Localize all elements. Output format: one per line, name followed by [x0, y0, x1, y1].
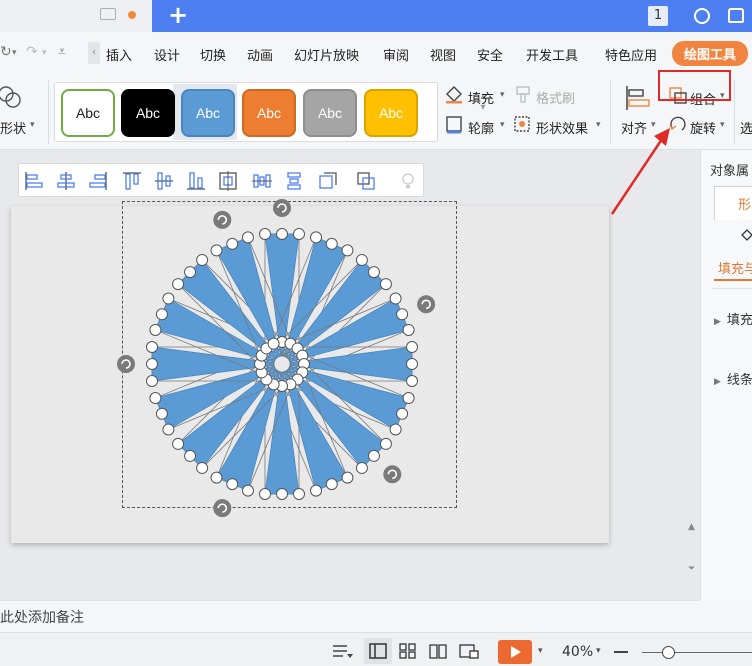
resize-handle[interactable] [406, 341, 418, 353]
resize-handle[interactable] [379, 278, 392, 291]
resize-handle[interactable] [367, 449, 380, 462]
line-section[interactable]: ▶ 线条 [714, 369, 752, 388]
expand-arrow-icon: ▶ [714, 377, 721, 387]
resize-handle[interactable] [172, 437, 185, 450]
notes-toggle-icon[interactable] [330, 642, 354, 660]
fill-section[interactable]: ▶ 填充 [714, 309, 752, 328]
rotate-dropdown-icon[interactable]: ▾ [720, 120, 725, 130]
resize-handle[interactable] [155, 308, 168, 321]
reading-view-icon[interactable] [428, 642, 448, 660]
notes-placeholder[interactable]: 此处添加备注 [0, 607, 84, 627]
resize-handle[interactable] [402, 323, 415, 336]
rotate-handle[interactable] [117, 355, 135, 373]
zoom-dropdown-icon[interactable]: ▾ [596, 646, 601, 656]
resize-handle[interactable] [172, 278, 185, 291]
resize-handle[interactable] [310, 231, 323, 244]
resize-handle[interactable] [367, 266, 380, 279]
resize-handle[interactable] [389, 423, 402, 436]
resize-handle[interactable] [293, 228, 305, 240]
resize-handle[interactable] [210, 244, 223, 257]
resize-handle[interactable] [276, 228, 288, 240]
annotation-arrow-head [654, 128, 670, 146]
rotate-handle[interactable] [273, 199, 291, 217]
play-icon [511, 646, 521, 658]
resize-handle[interactable] [155, 407, 168, 420]
notes-pane[interactable] [0, 600, 700, 632]
resize-handle[interactable] [310, 484, 323, 497]
resize-handle[interactable] [341, 244, 354, 257]
expand-arrow-icon: ▶ [714, 317, 721, 327]
rotate-handle[interactable] [213, 210, 232, 229]
zoom-out-button[interactable] [614, 651, 628, 653]
shape-tab-label[interactable]: 形 [738, 194, 751, 213]
scroll-down-icon[interactable]: ⏷ [688, 564, 695, 574]
fill-line-tab[interactable]: 填充与 [718, 258, 752, 277]
resize-handle[interactable] [184, 266, 197, 279]
resize-handle[interactable] [149, 323, 162, 336]
zoom-level[interactable]: 40% [562, 644, 593, 660]
rotate-handle[interactable] [417, 295, 436, 314]
skin-icon[interactable] [728, 8, 744, 23]
normal-view-icon[interactable] [368, 642, 388, 660]
resize-handle[interactable] [389, 292, 402, 305]
select-label[interactable]: 选 [740, 118, 752, 137]
resize-handle[interactable] [267, 337, 280, 350]
resize-handle[interactable] [406, 358, 418, 370]
rotate-handle[interactable] [213, 499, 232, 518]
resize-handle[interactable] [259, 488, 271, 500]
resize-handle[interactable] [241, 484, 254, 497]
resize-handle[interactable] [341, 471, 354, 484]
panel-divider [712, 288, 752, 289]
resize-handle[interactable] [196, 254, 209, 267]
play-slideshow-button[interactable] [498, 640, 532, 664]
resize-handle[interactable] [396, 407, 409, 420]
resize-handle[interactable] [226, 237, 239, 250]
resize-handle[interactable] [379, 437, 392, 450]
resize-handle[interactable] [146, 358, 158, 370]
resize-handle[interactable] [162, 292, 175, 305]
slide-sorter-icon[interactable] [398, 642, 418, 660]
resize-handle[interactable] [406, 375, 418, 387]
resize-handle[interactable] [226, 478, 239, 491]
resize-handle[interactable] [149, 392, 162, 405]
annotation-arrow-line [610, 135, 666, 215]
scroll-up-icon[interactable]: ▲ [688, 522, 695, 532]
resize-handle[interactable] [241, 231, 254, 244]
zoom-slider-track[interactable] [642, 652, 752, 653]
resize-handle[interactable] [325, 237, 338, 250]
resize-handle[interactable] [196, 461, 209, 474]
resize-handle[interactable] [396, 308, 409, 321]
resize-handle[interactable] [355, 254, 368, 267]
zoom-slider-handle[interactable] [662, 646, 675, 659]
resize-handle[interactable] [184, 449, 197, 462]
fill-line-underline [714, 279, 752, 281]
starburst-figure[interactable] [0, 0, 700, 600]
presenter-view-icon[interactable] [458, 642, 480, 660]
fill-section-label: 填充 [726, 313, 752, 328]
rotate-handle[interactable] [383, 465, 402, 484]
resize-handle[interactable] [325, 478, 338, 491]
resize-handle[interactable] [402, 392, 415, 405]
play-dropdown-icon[interactable]: ▾ [538, 646, 543, 656]
resize-handle[interactable] [276, 488, 288, 500]
resize-handle[interactable] [146, 375, 158, 387]
fill-line-icon[interactable] [740, 228, 752, 244]
object-properties-title: 对象属 [710, 164, 750, 179]
resize-handle[interactable] [162, 423, 175, 436]
line-section-label: 线条 [726, 373, 752, 388]
resize-handle[interactable] [146, 341, 158, 353]
resize-handle[interactable] [293, 488, 305, 500]
ribbon-separator [734, 80, 735, 144]
resize-handle[interactable] [355, 461, 368, 474]
resize-handle[interactable] [259, 228, 271, 240]
resize-handle[interactable] [210, 471, 223, 484]
